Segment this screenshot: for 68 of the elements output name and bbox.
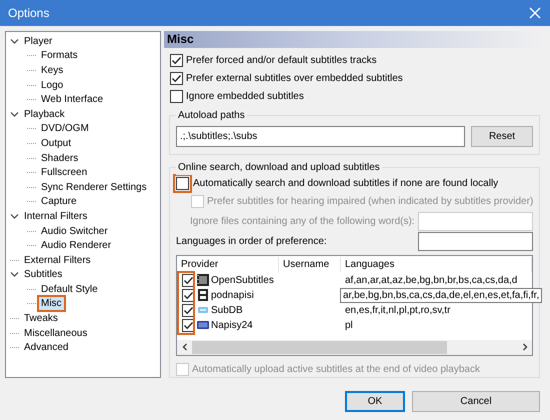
tree-item[interactable]: Default Style	[39, 282, 100, 296]
scroll-thumb[interactable]	[192, 340, 447, 354]
document-icon	[197, 289, 209, 302]
group-title: Online search, download and upload subtitles	[176, 160, 382, 175]
table-cell-text: Napisy24	[211, 318, 253, 333]
collapse-icon[interactable]	[10, 212, 19, 221]
input-field[interactable]	[418, 212, 533, 231]
tree-item[interactable]: Formats	[39, 49, 80, 62]
tree-item[interactable]: Playback	[22, 108, 67, 121]
tree-item[interactable]: Output	[39, 136, 74, 150]
tooltip: ar,be,bg,bn,bs,ca,cs,da,de,el,en,es,et,fa,fi,fr,	[340, 288, 542, 303]
tree-item[interactable]: Sync Renderer Settings	[39, 180, 149, 194]
tree-item[interactable]: Web Interface	[39, 93, 106, 106]
checkbox[interactable]	[176, 176, 189, 190]
tree-item[interactable]: External Filters	[22, 254, 93, 267]
horizontal-scrollbar[interactable]	[177, 340, 532, 355]
tree-item[interactable]: Audio Renderer	[39, 239, 114, 252]
checkbox-label[interactable]: Prefer forced and/or default subtitles tracks	[186, 53, 377, 68]
checkbox-label[interactable]: Prefer external subtitles over embedded subtitles	[186, 71, 403, 86]
checkbox[interactable]	[182, 304, 195, 317]
input-field[interactable]	[418, 232, 533, 251]
checkbox-label[interactable]: Ignore embedded subtitles	[186, 89, 304, 104]
table-cell: pl	[345, 320, 353, 331]
checkbox[interactable]	[182, 288, 195, 302]
tree-item[interactable]: DVD/OGM	[39, 122, 91, 136]
tree-item[interactable]: Keys	[39, 64, 66, 77]
collapse-icon[interactable]	[10, 270, 19, 280]
table-cell-text: podnapisi	[211, 288, 254, 303]
film-icon	[197, 274, 209, 286]
tree-item[interactable]: Misc	[39, 297, 64, 310]
table-cell-text: SubDB	[211, 304, 243, 318]
reset-button[interactable]: Reset	[471, 126, 533, 148]
checkbox[interactable]	[182, 274, 195, 287]
collapse-icon[interactable]	[10, 36, 19, 46]
tree-item[interactable]: Audio Switcher	[39, 224, 110, 238]
input-field[interactable]: .;.\subtitles;.\subs	[176, 126, 465, 148]
checkbox[interactable]	[170, 90, 183, 103]
collapse-icon[interactable]	[10, 110, 19, 119]
tree-item[interactable]: Advanced	[22, 341, 70, 354]
ok-button[interactable]: OK	[345, 391, 405, 412]
cancel-button[interactable]: Cancel	[412, 391, 540, 412]
column-header[interactable]: Provider	[177, 256, 279, 272]
checkbox-label: Prefer subtitles for hearing impaired (when indicated by subtitles provider)	[207, 194, 534, 209]
checkbox[interactable]	[170, 54, 183, 67]
tree-item[interactable]: Tweaks	[22, 312, 60, 326]
table-cell-text: OpenSubtitles	[211, 274, 274, 288]
close-icon[interactable]	[528, 6, 542, 20]
tree-item[interactable]: Shaders	[39, 152, 80, 165]
column-header[interactable]: Username	[279, 256, 341, 272]
tree-item[interactable]: Logo	[39, 78, 66, 92]
column-header[interactable]: Languages	[341, 256, 532, 272]
field-label: Languages in order of preference:	[176, 234, 327, 249]
monitor-icon	[197, 319, 209, 332]
table-cell: en,es,fr,it,nl,pl,pt,ro,sv,tr	[345, 304, 450, 316]
tree-item[interactable]: Miscellaneous	[22, 326, 90, 340]
tree-item[interactable]: Fullscreen	[39, 166, 90, 180]
checkbox[interactable]	[182, 318, 195, 332]
tree-item[interactable]: Player	[22, 34, 54, 48]
group-title: Autoload paths	[176, 108, 247, 123]
tree-item[interactable]: Subtitles	[22, 268, 64, 282]
tree-item[interactable]: Capture	[39, 195, 79, 208]
window-title: Options	[8, 5, 50, 22]
checkbox-label[interactable]: Automatically search and download subtitles if none are found locally	[193, 176, 498, 191]
checkbox[interactable]	[170, 72, 183, 85]
tree-item[interactable]: Internal Filters	[22, 210, 90, 223]
table-cell: af,an,ar,at,az,be,bg,bn,br,bs,ca,cs,da,d	[345, 274, 518, 286]
field-label: Ignore files containing any of the following word(s):	[190, 214, 415, 229]
checkbox-label: Automatically upload active subtitles at the end of video playback	[192, 362, 480, 377]
